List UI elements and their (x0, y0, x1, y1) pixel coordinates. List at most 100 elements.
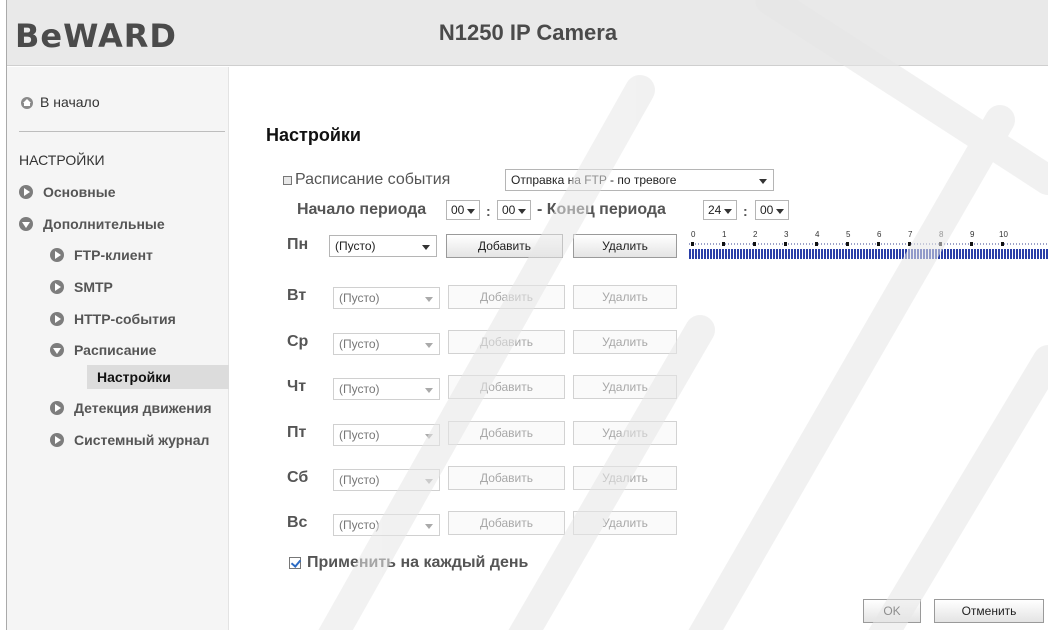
time-colon: : (743, 203, 748, 219)
arrow-right-icon (50, 433, 64, 447)
sidebar-item-system-log[interactable]: Системный журнал (50, 432, 209, 448)
fri-add-button[interactable]: Добавить (448, 421, 565, 445)
apply-every-day-checkbox[interactable] (289, 557, 301, 569)
thu-schedule-select[interactable]: (Пусто) (333, 378, 440, 400)
timeline-hour-mark (970, 242, 973, 246)
wed-schedule-select[interactable]: (Пусто) (333, 333, 440, 355)
sun-delete-button[interactable]: Удалить (573, 511, 677, 535)
sun-add-button[interactable]: Добавить (448, 511, 565, 535)
day-label-sat: Сб (287, 469, 309, 486)
home-link[interactable]: В начало (19, 94, 100, 110)
sidebar-item-schedule-settings[interactable]: Настройки (87, 365, 229, 389)
header: BeWARD N1250 IP Camera (7, 0, 1048, 66)
sidebar-item-label: SMTP (74, 279, 113, 295)
day-label-fri: Пт (287, 424, 307, 441)
sidebar-divider (19, 131, 225, 132)
thu-add-button[interactable]: Добавить (448, 375, 565, 399)
sidebar-item-motion-detection[interactable]: Детекция движения (50, 400, 212, 416)
sat-schedule-select[interactable]: (Пусто) (333, 469, 440, 491)
time-colon: : (486, 203, 491, 219)
timeline-hour-mark (877, 242, 880, 246)
timeline-hour: 10 (999, 230, 1008, 239)
timeline-hour: 0 (691, 230, 696, 239)
end-minute-select[interactable]: 00 (755, 200, 789, 220)
sidebar-item-label: HTTP-события (74, 311, 176, 327)
period-start-label: Начало периода (297, 201, 427, 218)
period-end-label: - Конец периода (537, 201, 666, 218)
main-content: Настройки Расписание события Отправка на… (229, 67, 1048, 630)
wed-add-button[interactable]: Добавить (448, 330, 565, 354)
tue-schedule-select[interactable]: (Пусто) (333, 287, 440, 309)
arrow-right-icon (50, 312, 64, 326)
home-icon (21, 97, 33, 109)
schedule-event-select[interactable]: Отправка на FTP - по тревоге (505, 169, 774, 191)
chevron-down-icon (776, 209, 784, 214)
timeline-hour: 4 (815, 230, 820, 239)
sidebar-item-label: Дополнительные (43, 216, 165, 232)
sidebar-item-basic[interactable]: Основные (19, 184, 116, 200)
schedule-event-label: Расписание события (283, 171, 450, 189)
tue-add-button[interactable]: Добавить (448, 285, 565, 309)
arrow-down-icon (19, 217, 33, 231)
day-label-mon: Пн (287, 236, 309, 253)
day-label-sun: Вс (287, 514, 308, 531)
arrow-down-icon (50, 343, 64, 357)
chevron-down-icon (425, 343, 433, 348)
timeline-hour-mark (722, 242, 725, 246)
start-minute-select[interactable]: 00 (497, 200, 531, 220)
chevron-down-icon (422, 245, 430, 250)
sidebar-item-http-events[interactable]: HTTP-события (50, 311, 176, 327)
square-bullet-icon (283, 175, 292, 185)
sidebar-item-label: FTP-клиент (74, 247, 153, 263)
mon-add-button[interactable]: Добавить (446, 234, 563, 258)
chevron-down-icon (425, 297, 433, 302)
chevron-down-icon (425, 388, 433, 393)
wed-delete-button[interactable]: Удалить (573, 330, 677, 354)
chevron-down-icon (425, 434, 433, 439)
timeline-hour: 1 (722, 230, 727, 239)
sat-delete-button[interactable]: Удалить (573, 466, 677, 490)
fri-delete-button[interactable]: Удалить (573, 421, 677, 445)
sidebar: В начало НАСТРОЙКИ Основные Дополнительн… (7, 67, 229, 630)
timeline-hour-mark (939, 242, 942, 246)
sidebar-item-advanced[interactable]: Дополнительные (19, 216, 165, 232)
ok-button[interactable]: OK (863, 599, 921, 623)
timeline-hour-mark (815, 242, 818, 246)
tue-delete-button[interactable]: Удалить (573, 285, 677, 309)
sidebar-item-ftp-client[interactable]: FTP-клиент (50, 247, 153, 263)
timeline-schedule-bar[interactable] (689, 249, 1048, 259)
timeline-hour-mark (784, 242, 787, 246)
timeline-hour-mark (691, 242, 694, 246)
timeline-hour-mark (908, 242, 911, 246)
chevron-down-icon (467, 209, 475, 214)
sidebar-item-label: Основные (43, 184, 116, 200)
app-frame: BeWARD N1250 IP Camera В начало НАСТРОЙК… (6, 0, 1048, 630)
timeline-hour: 7 (908, 230, 913, 239)
sun-schedule-select[interactable]: (Пусто) (333, 514, 440, 536)
cancel-button[interactable]: Отменить (934, 599, 1044, 623)
sidebar-item-schedule[interactable]: Расписание (50, 342, 156, 358)
thu-delete-button[interactable]: Удалить (573, 375, 677, 399)
day-label-wed: Ср (287, 333, 309, 350)
end-hour-select[interactable]: 24 (703, 200, 737, 220)
fri-schedule-select[interactable]: (Пусто) (333, 424, 440, 446)
chevron-down-icon (425, 524, 433, 529)
sidebar-item-label: Расписание (74, 342, 157, 358)
mon-schedule-select[interactable]: (Пусто) (329, 235, 437, 257)
sat-add-button[interactable]: Добавить (448, 466, 565, 490)
home-label: В начало (40, 94, 100, 110)
page-title: Настройки (266, 125, 361, 145)
timeline-hour: 2 (753, 230, 758, 239)
timeline-hour: 3 (784, 230, 789, 239)
chevron-down-icon (759, 179, 767, 184)
start-hour-select[interactable]: 00 (446, 200, 480, 220)
chevron-down-icon (518, 209, 526, 214)
arrow-right-icon (19, 185, 33, 199)
chevron-down-icon (724, 209, 732, 214)
mon-delete-button[interactable]: Удалить (573, 234, 677, 258)
arrow-right-icon (50, 248, 64, 262)
apply-every-day[interactable]: Применить на каждый день (289, 554, 528, 572)
sidebar-item-label: Детекция движения (74, 400, 212, 416)
timeline-hour-mark (753, 242, 756, 246)
sidebar-item-smtp[interactable]: SMTP (50, 279, 113, 295)
